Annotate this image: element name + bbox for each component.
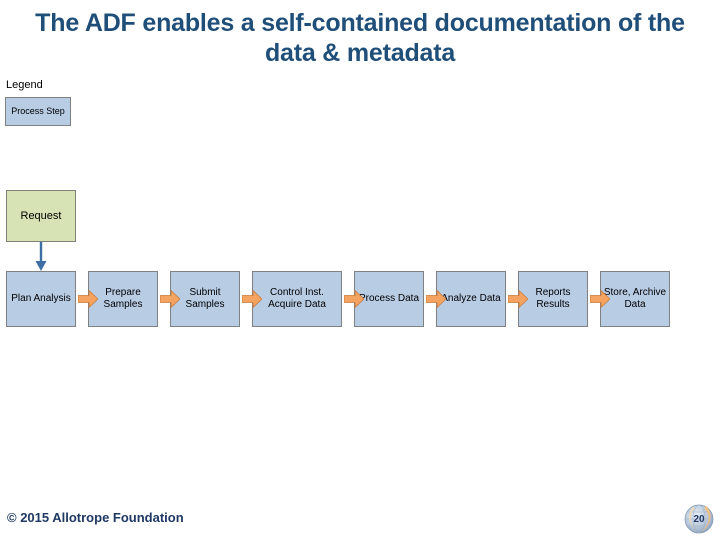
process-step-7: Reports Results [518,271,588,327]
flow-arrow-icon-2 [160,289,180,309]
process-step-label: Analyze Data [441,293,501,304]
process-step-label: Plan Analysis [11,293,71,304]
flow-arrow-icon-1 [78,289,98,309]
process-step-label: Control Inst. Acquire Data [268,287,326,310]
page-number: 20 [693,513,705,525]
process-step-6: Analyze Data [436,271,506,327]
process-step-3: Submit Samples [170,271,240,327]
legend-swatch-process-step: Process Step [5,97,71,126]
process-step-label: Submit Samples [185,287,225,310]
process-step-label: Reports Results [535,287,571,310]
process-step-4: Control Inst. Acquire Data [252,271,342,327]
flow-arrow-icon-5 [426,289,446,309]
legend-label: Legend [6,79,43,91]
process-step-5: Process Data [354,271,424,327]
process-step-1: Plan Analysis [6,271,76,327]
copyright-notice: © 2015 Allotrope Foundation [7,510,184,525]
process-step-label: Store, Archive Data [603,287,667,310]
process-flow-diagram: Plan Analysis Prepare Samples Submit Sampl… [0,271,720,329]
process-step-8: Store, Archive Data [600,271,670,327]
flow-arrow-icon-6 [508,289,528,309]
page-title: The ADF enables a self-contained documen… [35,9,685,67]
down-arrow-icon [35,242,47,271]
process-step-label: Prepare Samples [103,287,143,310]
flow-arrow-icon-3 [242,289,262,309]
process-step-2: Prepare Samples [88,271,158,327]
flow-arrow-icon-7 [590,289,610,309]
process-step-label: Process Data [358,293,420,304]
flow-arrow-icon-4 [344,289,364,309]
diagram-node-request: Request [6,190,76,242]
